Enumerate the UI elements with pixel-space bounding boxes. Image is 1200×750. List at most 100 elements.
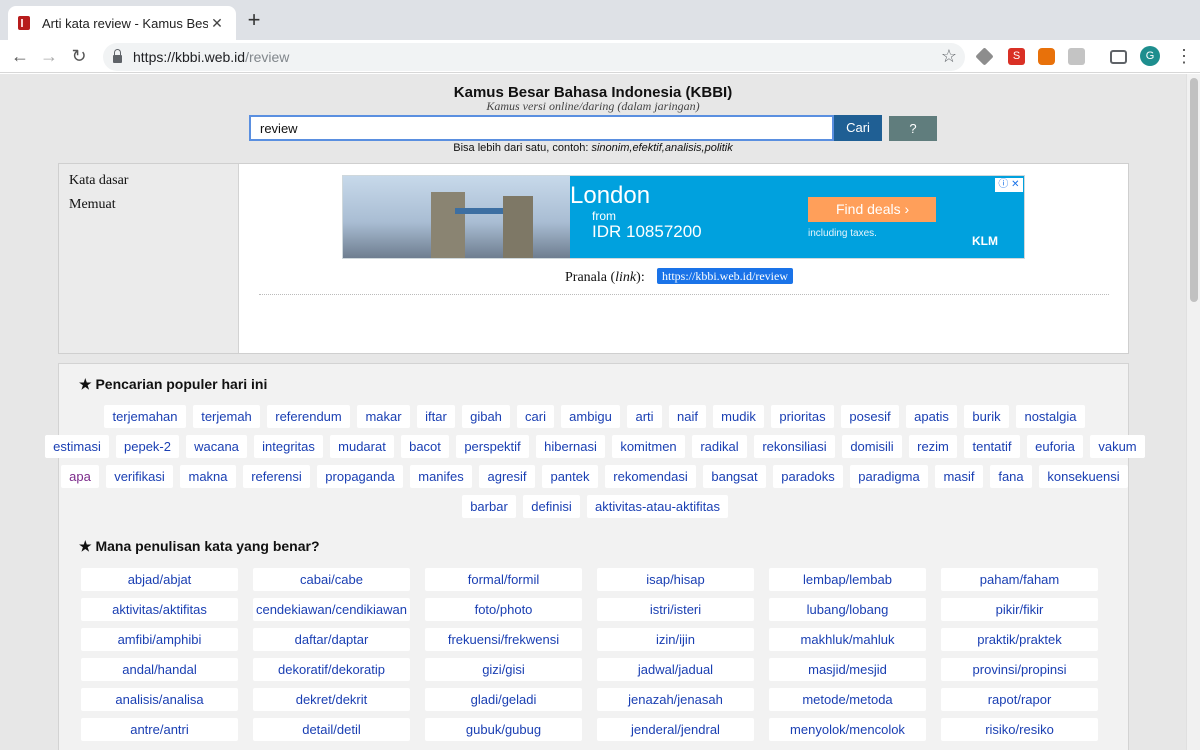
spelling-pair-link[interactable]: rapot/rapor	[941, 688, 1098, 711]
cast-icon[interactable]	[1110, 50, 1127, 64]
reload-icon[interactable]: ↻	[67, 44, 91, 68]
back-icon[interactable]: ←	[8, 44, 32, 68]
spelling-pair-link[interactable]: dekret/dekrit	[253, 688, 410, 711]
spelling-pair-link[interactable]: paham/faham	[941, 568, 1098, 591]
popular-word-link[interactable]: pepek-2	[116, 435, 179, 458]
popular-word-link[interactable]: naif	[669, 405, 706, 428]
sidebar-item-kata-dasar[interactable]: Kata dasar	[69, 173, 228, 189]
popular-word-link[interactable]: perspektif	[456, 435, 529, 458]
popular-word-link[interactable]: posesif	[841, 405, 899, 428]
spelling-pair-link[interactable]: jenderal/jendral	[597, 718, 754, 741]
spelling-pair-link[interactable]: cabai/cabe	[253, 568, 410, 591]
popular-word-link[interactable]: tentatif	[964, 435, 1020, 458]
extension-icon[interactable]	[1068, 48, 1085, 65]
popular-word-link[interactable]: referendum	[267, 405, 350, 428]
spelling-pair-link[interactable]: antre/antri	[81, 718, 238, 741]
more-menu-icon[interactable]: ⋮	[1175, 44, 1193, 68]
popular-word-link[interactable]: wacana	[186, 435, 247, 458]
popular-word-link[interactable]: domisili	[842, 435, 902, 458]
spelling-pair-link[interactable]: menyolok/mencolok	[769, 718, 926, 741]
spelling-pair-link[interactable]: metode/metoda	[769, 688, 926, 711]
spelling-pair-link[interactable]: gubuk/gubug	[425, 718, 582, 741]
page-scrollbar[interactable]	[1186, 74, 1200, 750]
popular-word-link[interactable]: burik	[964, 405, 1009, 428]
spelling-pair-link[interactable]: provinsi/propinsi	[941, 658, 1098, 681]
popular-word-link[interactable]: arti	[627, 405, 662, 428]
forward-icon[interactable]: →	[37, 44, 61, 68]
popular-word-link[interactable]: nostalgia	[1016, 405, 1085, 428]
ad-info-close-icon[interactable]: ⓘ ✕	[995, 178, 1023, 192]
popular-word-link[interactable]: rekonsiliasi	[754, 435, 835, 458]
popular-word-link[interactable]: manifes	[410, 465, 472, 488]
spelling-pair-link[interactable]: cendekiawan/cendikiawan	[253, 598, 410, 621]
popular-word-link[interactable]: paradoks	[773, 465, 843, 488]
popular-word-link[interactable]: bacot	[401, 435, 449, 458]
popular-word-link[interactable]: terjemah	[193, 405, 260, 428]
popular-word-link[interactable]: radikal	[692, 435, 747, 458]
address-bar[interactable]: https://kbbi.web.id/review ☆	[103, 43, 965, 71]
spelling-pair-link[interactable]: istri/isteri	[597, 598, 754, 621]
bookmark-star-icon[interactable]: ☆	[941, 46, 957, 67]
popular-word-link[interactable]: fana	[990, 465, 1032, 488]
drive-extension-icon[interactable]	[975, 47, 994, 66]
popular-word-link[interactable]: bangsat	[703, 465, 766, 488]
popular-word-link[interactable]: pantek	[542, 465, 598, 488]
spelling-pair-link[interactable]: lembap/lembab	[769, 568, 926, 591]
scrollbar-thumb[interactable]	[1190, 78, 1198, 302]
advertisement-banner[interactable]: London from IDR 10857200 Find deals › in…	[342, 175, 1025, 259]
spelling-pair-link[interactable]: dekoratif/dekoratip	[253, 658, 410, 681]
spelling-pair-link[interactable]: jadwal/jadual	[597, 658, 754, 681]
popular-word-link[interactable]: definisi	[523, 495, 580, 518]
spelling-pair-link[interactable]: lubang/lobang	[769, 598, 926, 621]
spelling-pair-link[interactable]: foto/photo	[425, 598, 582, 621]
popular-word-link[interactable]: ambigu	[561, 405, 620, 428]
popular-word-link[interactable]: masif	[935, 465, 983, 488]
popular-word-link[interactable]: rekomendasi	[605, 465, 696, 488]
popular-word-link[interactable]: rezim	[909, 435, 957, 458]
spelling-pair-link[interactable]: isap/hisap	[597, 568, 754, 591]
popular-word-link[interactable]: makna	[180, 465, 236, 488]
popular-word-link[interactable]: komitmen	[612, 435, 685, 458]
popular-word-link[interactable]: paradigma	[850, 465, 928, 488]
spelling-pair-link[interactable]: masjid/mesjid	[769, 658, 926, 681]
spelling-pair-link[interactable]: risiko/resiko	[941, 718, 1098, 741]
spelling-pair-link[interactable]: izin/ijin	[597, 628, 754, 651]
popular-word-link[interactable]: integritas	[254, 435, 323, 458]
popular-word-link[interactable]: propaganda	[317, 465, 403, 488]
popular-word-link[interactable]: vakum	[1090, 435, 1145, 458]
popular-word-link[interactable]: konsekuensi	[1039, 465, 1128, 488]
spelling-pair-link[interactable]: praktik/praktek	[941, 628, 1098, 651]
popular-word-link[interactable]: referensi	[243, 465, 310, 488]
spelling-pair-link[interactable]: jenazah/jenasah	[597, 688, 754, 711]
popular-word-link[interactable]: euforia	[1027, 435, 1083, 458]
popular-word-link[interactable]: aktivitas-atau-aktifitas	[587, 495, 728, 518]
pranala-link[interactable]: https://kbbi.web.id/review	[657, 268, 793, 284]
popular-word-link[interactable]: iftar	[417, 405, 455, 428]
close-icon[interactable]: ✕	[208, 15, 226, 32]
spelling-pair-link[interactable]: makhluk/mahluk	[769, 628, 926, 651]
popular-word-link[interactable]: makar	[357, 405, 410, 428]
popular-word-link[interactable]: gibah	[462, 405, 510, 428]
popular-word-link[interactable]: hibernasi	[536, 435, 605, 458]
new-tab-button[interactable]: +	[243, 9, 265, 31]
ad-find-deals-button[interactable]: Find deals ›	[808, 197, 936, 222]
spelling-pair-link[interactable]: pikir/fikir	[941, 598, 1098, 621]
popular-word-link[interactable]: barbar	[462, 495, 516, 518]
popular-word-link[interactable]: cari	[517, 405, 554, 428]
popular-word-link[interactable]: apa	[61, 465, 99, 488]
spelling-pair-link[interactable]: analisis/analisa	[81, 688, 238, 711]
popular-word-link[interactable]: agresif	[479, 465, 535, 488]
spelling-pair-link[interactable]: aktivitas/aktifitas	[81, 598, 238, 621]
spelling-pair-link[interactable]: abjad/abjat	[81, 568, 238, 591]
popular-word-link[interactable]: prioritas	[771, 405, 834, 428]
search-input[interactable]	[249, 115, 834, 141]
spelling-pair-link[interactable]: amfibi/amphibi	[81, 628, 238, 651]
spelling-pair-link[interactable]: formal/formil	[425, 568, 582, 591]
spelling-pair-link[interactable]: daftar/daptar	[253, 628, 410, 651]
profile-avatar[interactable]: G	[1140, 46, 1160, 66]
sidebar-item-memuat[interactable]: Memuat	[69, 197, 228, 213]
spelling-pair-link[interactable]: gladi/geladi	[425, 688, 582, 711]
help-button[interactable]: ?	[889, 116, 937, 141]
s-extension-icon[interactable]: S	[1008, 48, 1025, 65]
popular-word-link[interactable]: apatis	[906, 405, 957, 428]
